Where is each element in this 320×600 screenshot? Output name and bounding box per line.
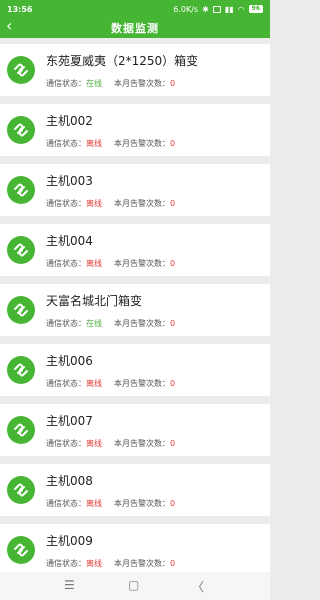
status-value: 离线: [86, 139, 102, 148]
status-value: 离线: [86, 259, 102, 268]
net-speed: 6.0K/s: [173, 4, 199, 14]
device-card[interactable]: 主机009 通信状态：离线 本月告警次数：0: [0, 524, 270, 576]
comm-status-label: 通信状态：: [46, 199, 86, 208]
link-icon: [7, 356, 35, 384]
comm-status-label: 通信状态：: [46, 379, 86, 388]
alarm-count-label: 本月告警次数：: [114, 439, 170, 448]
link-icon: [7, 176, 35, 204]
alarm-count-label: 本月告警次数：: [114, 139, 170, 148]
status-value: 在线: [86, 319, 102, 328]
comm-status-label: 通信状态：: [46, 499, 86, 508]
wifi-icon: ◠: [237, 4, 245, 14]
menu-icon[interactable]: ☰: [64, 578, 75, 592]
app-header: 13:56 6.0K/s ✱ ▮▮ ◠ 96 ‹ 数据监测: [0, 0, 270, 38]
alarm-count-label: 本月告警次数：: [114, 259, 170, 268]
alarm-count-value: 0: [170, 199, 176, 208]
status-right: 6.0K/s ✱ ▮▮ ◠ 96: [173, 5, 263, 14]
device-meta: 通信状态：离线 本月告警次数：0: [46, 558, 175, 569]
signal-icon: ▮▮: [224, 4, 234, 14]
comm-status-label: 通信状态：: [46, 559, 86, 568]
link-icon: [7, 416, 35, 444]
status-value: 离线: [86, 559, 102, 568]
device-name: 主机006: [46, 354, 93, 368]
alarm-count-label: 本月告警次数：: [114, 199, 170, 208]
link-icon: [7, 296, 35, 324]
battery-icon: 96: [248, 5, 263, 13]
bluetooth-icon: ✱: [202, 4, 209, 14]
alarm-count-value: 0: [170, 79, 176, 88]
alarm-count-value: 0: [170, 319, 176, 328]
device-card[interactable]: 主机002 通信状态：离线 本月告警次数：0: [0, 104, 270, 156]
device-meta: 通信状态：离线 本月告警次数：0: [46, 438, 175, 449]
alarm-count-value: 0: [170, 259, 176, 268]
comm-status-label: 通信状态：: [46, 439, 86, 448]
device-name: 主机003: [46, 174, 93, 188]
nav-bar: ‹ 数据监测: [0, 18, 270, 38]
system-nav-bar: ☰ ▢ 〈: [0, 572, 270, 600]
device-card[interactable]: 东苑夏威夷（2*1250）箱变通信状态：在线 本月告警次数：0: [0, 44, 270, 96]
back-triangle-icon[interactable]: 〈: [192, 578, 204, 595]
device-card[interactable]: 主机007 通信状态：离线 本月告警次数：0: [0, 404, 270, 456]
alarm-icon: [212, 5, 221, 13]
device-name: 主机008: [46, 474, 93, 488]
device-meta: 通信状态：离线 本月告警次数：0: [46, 138, 175, 149]
device-card[interactable]: 天富名城北门箱变通信状态：在线 本月告警次数：0: [0, 284, 270, 336]
page-title: 数据监测: [111, 22, 159, 35]
status-bar: 13:56 6.0K/s ✱ ▮▮ ◠ 96: [0, 0, 270, 18]
comm-status-label: 通信状态：: [46, 259, 86, 268]
device-card[interactable]: 主机003 通信状态：离线 本月告警次数：0: [0, 164, 270, 216]
device-card[interactable]: 主机008 通信状态：离线 本月告警次数：0: [0, 464, 270, 516]
status-value: 在线: [86, 79, 102, 88]
alarm-count-value: 0: [170, 559, 176, 568]
device-meta: 通信状态：离线 本月告警次数：0: [46, 198, 175, 209]
alarm-count-label: 本月告警次数：: [114, 379, 170, 388]
alarm-count-value: 0: [170, 439, 176, 448]
device-name: 主机007: [46, 414, 93, 428]
alarm-count-label: 本月告警次数：: [114, 559, 170, 568]
status-value: 离线: [86, 199, 102, 208]
alarm-count-value: 0: [170, 379, 176, 388]
alarm-count-label: 本月告警次数：: [114, 499, 170, 508]
alarm-count-value: 0: [170, 499, 176, 508]
device-meta: 通信状态：离线 本月告警次数：0: [46, 498, 175, 509]
device-name: 天富名城北门箱变: [46, 294, 143, 308]
device-meta: 通信状态：在线 本月告警次数：0: [46, 78, 175, 89]
alarm-count-label: 本月告警次数：: [114, 319, 170, 328]
status-value: 离线: [86, 439, 102, 448]
status-time: 13:56: [7, 4, 33, 14]
link-icon: [7, 116, 35, 144]
comm-status-label: 通信状态：: [46, 139, 86, 148]
device-meta: 通信状态：离线 本月告警次数：0: [46, 258, 175, 269]
device-card[interactable]: 主机004 通信状态：离线 本月告警次数：0: [0, 224, 270, 276]
device-name: 主机004: [46, 234, 93, 248]
alarm-count-label: 本月告警次数：: [114, 79, 170, 88]
status-value: 离线: [86, 379, 102, 388]
device-meta: 通信状态：在线 本月告警次数：0: [46, 318, 175, 329]
device-card[interactable]: 主机006 通信状态：离线 本月告警次数：0: [0, 344, 270, 396]
link-icon: [7, 536, 35, 564]
status-value: 离线: [86, 499, 102, 508]
comm-status-label: 通信状态：: [46, 79, 86, 88]
link-icon: [7, 236, 35, 264]
device-name: 东苑夏威夷（2*1250）箱变: [46, 54, 199, 68]
device-name: 主机002: [46, 114, 93, 128]
device-meta: 通信状态：离线 本月告警次数：0: [46, 378, 175, 389]
link-icon: [7, 476, 35, 504]
alarm-count-value: 0: [170, 139, 176, 148]
home-square-icon[interactable]: ▢: [128, 578, 139, 592]
comm-status-label: 通信状态：: [46, 319, 86, 328]
device-name: 主机009: [46, 534, 93, 548]
link-icon: [7, 56, 35, 84]
